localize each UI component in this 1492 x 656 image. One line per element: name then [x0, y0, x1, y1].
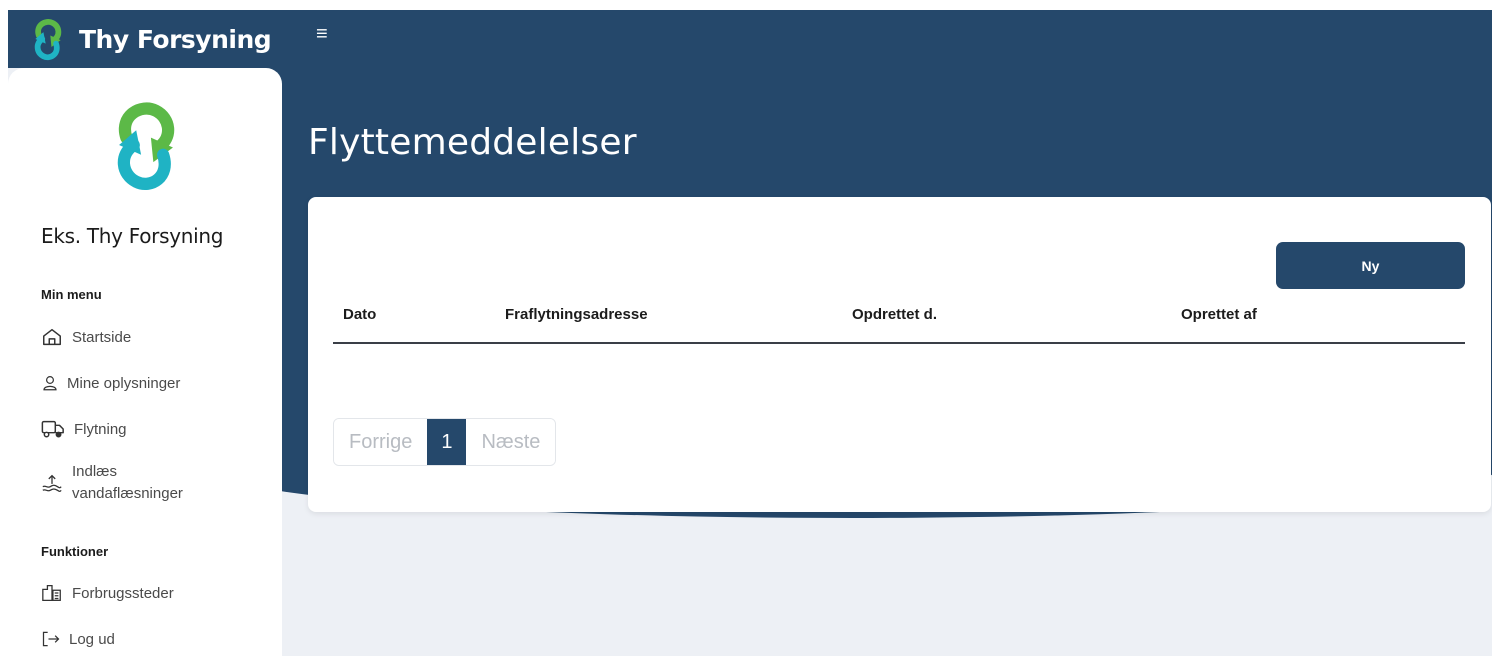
sidebar-item-label-line2: vandaflæsninger [72, 485, 183, 502]
user-icon [43, 376, 57, 391]
home-icon [43, 328, 61, 346]
column-header-opdrettet[interactable]: Opdrettet d. [852, 306, 937, 323]
sidebar-item-indlaes-vandaflaesninger[interactable]: Indlæs vandaflæsninger [41, 461, 183, 505]
next-page-button[interactable]: Næste [466, 419, 556, 465]
sidebar-item-flytning[interactable]: Flytning [41, 418, 127, 440]
app-window: Thy Forsyning ≡ Flyttemeddelelser Eks. T… [8, 10, 1492, 656]
buildings-icon [42, 585, 61, 601]
brand[interactable]: Thy Forsyning [30, 12, 272, 66]
previous-page-button[interactable]: Forrige [334, 419, 428, 465]
truck-icon [41, 420, 64, 438]
section-title-min-menu: Min menu [41, 287, 102, 302]
new-button[interactable]: Ny [1276, 242, 1465, 289]
company-name: Eks. Thy Forsyning [41, 224, 224, 248]
page-1-button[interactable]: 1 [427, 419, 467, 465]
sidebar-item-label: Flytning [74, 420, 127, 438]
sidebar-item-startside[interactable]: Startside [41, 326, 131, 348]
page-title: Flyttemeddelelser [308, 122, 637, 163]
sidebar-item-log-ud[interactable]: Log ud [41, 628, 115, 650]
sidebar: Eks. Thy Forsyning Min menu Startside Mi… [8, 68, 282, 656]
section-title-funktioner: Funktioner [41, 544, 109, 559]
sidebar-item-label: Log ud [69, 630, 115, 648]
company-logo-icon [117, 102, 175, 190]
column-header-dato[interactable]: Dato [343, 306, 376, 323]
sidebar-item-forbrugssteder[interactable]: Forbrugssteder [41, 582, 174, 604]
sidebar-item-label: Indlæs vandaflæsninger [72, 461, 183, 505]
sidebar-item-label: Mine oplysninger [67, 374, 181, 392]
column-header-fraflytningsadresse[interactable]: Fraflytningsadresse [505, 306, 648, 323]
hamburger-menu-icon[interactable]: ≡ [316, 24, 328, 44]
sidebar-item-label: Startside [72, 328, 132, 346]
sidebar-item-label: Forbrugssteder [72, 584, 174, 602]
content-card: Ny Dato Fraflytningsadresse Opdrettet d.… [308, 197, 1491, 512]
thy-forsyning-logo-icon [34, 19, 62, 61]
table-header: Dato Fraflytningsadresse Opdrettet d. Op… [333, 293, 1465, 344]
sidebar-item-mine-oplysninger[interactable]: Mine oplysninger [41, 372, 180, 394]
pagination: Forrige 1 Næste [333, 418, 557, 466]
brand-name: Thy Forsyning [79, 24, 272, 54]
column-header-oprettet-af[interactable]: Oprettet af [1181, 306, 1257, 323]
water-upload-icon [42, 474, 62, 493]
logout-icon [42, 631, 60, 647]
sidebar-item-label-line1: Indlæs [72, 463, 118, 480]
